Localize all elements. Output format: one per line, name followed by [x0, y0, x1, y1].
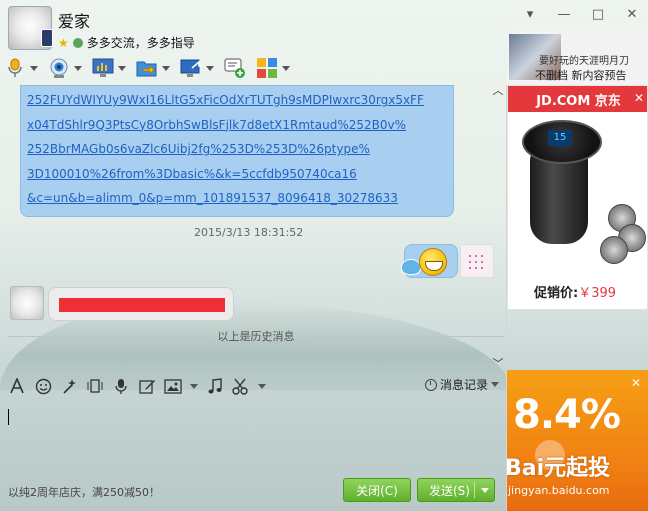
jd-price-label: 促销价: [534, 286, 579, 301]
chevron-down-icon[interactable] [118, 65, 126, 71]
send-options-icon[interactable] [481, 488, 489, 493]
contact-status-row: ★ 多多交流，多多指导 [58, 34, 195, 51]
monitor-chart-icon [92, 57, 114, 79]
redacted-text [59, 298, 225, 312]
voice-call-button[interactable] [4, 56, 38, 80]
jd-price: ￥399 [578, 286, 617, 301]
message-record-button[interactable]: 消息记录 [425, 376, 500, 393]
shake-window-icon[interactable] [86, 377, 104, 395]
chevron-down-icon[interactable] [74, 65, 82, 71]
message-link[interactable]: 252BbrMAGb0s6vaZlc6Uibj2fg%253D%253D%26p… [21, 137, 453, 162]
message-link[interactable]: 252FUYdWIYUy9WxI16LltG5xFicOdXrTUTgh9sMD… [21, 88, 453, 113]
font-icon[interactable] [8, 377, 26, 395]
grin-emoji-icon [419, 248, 447, 276]
jd-ad[interactable]: JD.COM 京东 ✕ 15 促销价:￥399 [507, 85, 648, 310]
microphone-icon [4, 57, 26, 79]
message-timestamp: 2015/3/13 18:31:52 [194, 226, 304, 239]
apps-grid-icon [256, 57, 278, 79]
voice-message-icon[interactable] [112, 377, 130, 395]
music-icon[interactable] [206, 377, 224, 395]
chevron-down-icon[interactable] [30, 65, 38, 71]
apps-button[interactable] [256, 56, 290, 80]
send-label: 发送(S) [429, 483, 470, 498]
window-controls: ▾ — □ ✕ [522, 6, 640, 22]
promo-note[interactable]: 以纯2周年店庆，满250减50！ [8, 484, 160, 500]
webcam-icon [48, 57, 70, 79]
history-label: 以上是历史消息 [217, 330, 295, 343]
input-toolbar [8, 375, 266, 397]
text-cursor [8, 409, 9, 425]
game-ad[interactable]: 要好玩的天涯明月刀 不删档 新内容预告 [507, 30, 648, 86]
chevron-down-icon[interactable] [258, 383, 266, 389]
contact-name[interactable]: 爱家 [58, 8, 90, 32]
minimize-button[interactable]: — [556, 6, 572, 22]
history-divider: 以上是历史消息 [8, 328, 504, 344]
finance-ad-rate: 8.4% [513, 392, 621, 438]
clock-icon [425, 378, 437, 391]
game-ad-line1: 要好玩的天涯明月刀 [539, 56, 629, 67]
received-message-bubble [48, 287, 234, 321]
chevron-up-icon[interactable]: ︿ [491, 85, 505, 96]
video-call-button[interactable] [48, 56, 82, 80]
sent-emoji-bubble [401, 244, 458, 278]
magic-wand-icon[interactable] [60, 377, 78, 395]
game-ad-line2: 不删档 新内容预告 [535, 69, 627, 82]
chevron-down-icon[interactable]: ﹀ [491, 358, 505, 369]
jd-price-row: 促销价:￥399 [534, 282, 616, 301]
image-icon[interactable] [164, 377, 182, 395]
contact-avatar[interactable] [8, 6, 53, 50]
jd-ad-header: JD.COM 京东 ✕ [508, 86, 647, 112]
online-status-icon [72, 37, 83, 48]
emoji-icon[interactable] [34, 377, 52, 395]
close-button[interactable]: 关闭(C) [343, 478, 411, 502]
message-input[interactable] [4, 400, 504, 470]
edit-icon[interactable] [138, 377, 156, 395]
message-link[interactable]: x04TdShlr9Q3PtsCy8OrbhSwBlsFjlk7d8etX1Rm… [21, 113, 453, 138]
message-record-label: 消息记录 [440, 378, 489, 392]
close-icon[interactable]: ✕ [631, 376, 641, 390]
send-file-button[interactable] [136, 56, 170, 80]
message-link[interactable]: &c=un&b=alimm_0&p=mm_101891537_8096418_3… [21, 186, 453, 211]
close-icon[interactable]: ✕ [634, 91, 644, 105]
send-button[interactable]: 发送(S) [417, 478, 495, 502]
restore-button[interactable]: □ [590, 6, 606, 22]
link-message-bubble: 252FUYdWIYUy9WxI16LltG5xFicOdXrTUTgh9sMD… [20, 85, 454, 217]
create-discussion-button[interactable] [224, 56, 246, 80]
screen-share-icon [180, 57, 202, 79]
finance-ad-tagline: Bai元起投 [507, 456, 611, 481]
star-icon: ★ [58, 35, 69, 50]
chevron-down-icon[interactable] [282, 65, 290, 71]
folder-transfer-icon [136, 57, 158, 79]
jd-logo-text: JD.COM 京东 [536, 93, 621, 109]
screen-share-button[interactable] [180, 56, 214, 80]
tire-monitor-device-image: 15 [518, 120, 610, 250]
window-menu-button[interactable]: ▾ [522, 6, 538, 22]
message-link[interactable]: 3D100010%26from%3Dbasic%&k=5ccfdb950740c… [21, 162, 453, 187]
watermark: jingyan.baidu.com [508, 484, 610, 497]
add-chat-icon [224, 57, 246, 79]
remote-assist-button[interactable] [92, 56, 126, 80]
chevron-down-icon [491, 382, 500, 387]
self-avatar[interactable] [460, 244, 494, 278]
close-window-button[interactable]: ✕ [624, 6, 640, 22]
chevron-down-icon[interactable] [190, 383, 198, 389]
chat-toolbar [4, 55, 290, 81]
chevron-down-icon[interactable] [206, 65, 214, 71]
wave-icon [401, 259, 421, 275]
contact-signature: 多多交流，多多指导 [86, 36, 195, 50]
chevron-down-icon[interactable] [162, 65, 170, 71]
sensor-image [600, 236, 628, 264]
scissors-icon[interactable] [232, 377, 250, 395]
mobile-online-icon [41, 29, 53, 47]
peer-avatar[interactable] [10, 286, 44, 320]
